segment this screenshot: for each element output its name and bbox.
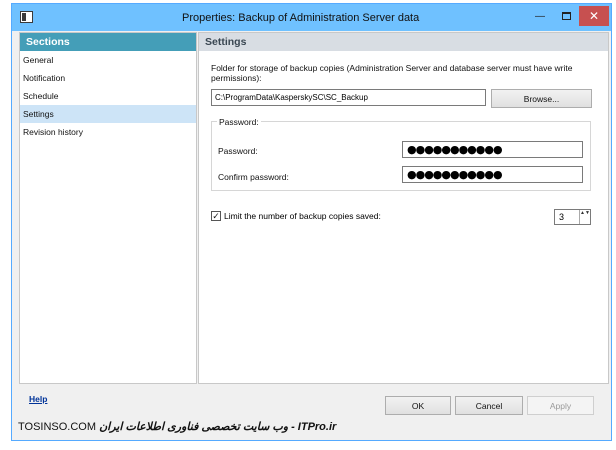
browse-button[interactable]: Browse... <box>491 89 592 108</box>
password-group-title: Password: <box>217 117 261 127</box>
maximize-button[interactable] <box>553 6 579 26</box>
settings-panel: Settings Folder for storage of backup co… <box>198 32 609 384</box>
confirm-password-label: Confirm password: <box>218 172 289 182</box>
watermark-left: TOSINSO.COM <box>18 421 97 433</box>
settings-header: Settings <box>199 33 608 51</box>
close-button[interactable]: ✕ <box>579 6 609 26</box>
ok-button[interactable]: OK <box>385 396 451 415</box>
password-group: Password: Password: ●●●●●●●●●●● Confirm … <box>211 117 591 191</box>
backup-folder-input[interactable]: C:\ProgramData\KasperskySC\SC_Backup <box>211 89 486 106</box>
confirm-password-input[interactable]: ●●●●●●●●●●● <box>402 166 583 183</box>
sidebar-item-notification[interactable]: Notification <box>20 69 196 87</box>
properties-dialog: Properties: Backup of Administration Ser… <box>11 3 612 441</box>
sidebar-item-revision-history[interactable]: Revision history <box>20 123 196 141</box>
copies-count-value: 3 <box>559 212 565 222</box>
password-label: Password: <box>218 146 258 156</box>
title-bar: Properties: Backup of Administration Ser… <box>12 4 611 31</box>
sections-sidebar: Sections General Notification Schedule S… <box>19 32 197 384</box>
limit-copies-checkbox[interactable]: ✓ <box>211 211 221 221</box>
sidebar-item-settings[interactable]: Settings <box>20 105 196 123</box>
spin-arrows-icon[interactable]: ▲▼ <box>579 210 590 224</box>
help-link[interactable]: Help <box>29 394 47 404</box>
window-title: Properties: Backup of Administration Ser… <box>182 12 420 24</box>
apply-button[interactable]: Apply <box>527 396 594 415</box>
sections-header: Sections <box>20 33 196 51</box>
limit-row: ✓ Limit the number of backup copies save… <box>211 211 381 221</box>
app-icon <box>20 11 33 23</box>
sidebar-item-general[interactable]: General <box>20 51 196 69</box>
cancel-button[interactable]: Cancel <box>455 396 523 415</box>
watermark: TOSINSO.COM وب سایت تخصصی فناوری اطلاعات… <box>18 420 336 433</box>
copies-count-stepper[interactable]: 3 ▲▼ <box>554 209 591 225</box>
limit-copies-label: Limit the number of backup copies saved: <box>224 211 381 221</box>
folder-label: Folder for storage of backup copies (Adm… <box>211 63 573 83</box>
maximize-icon <box>561 12 571 20</box>
password-input[interactable]: ●●●●●●●●●●● <box>402 141 583 158</box>
watermark-right: وب سایت تخصصی فناوری اطلاعات ایران - ITP… <box>99 421 337 433</box>
minimize-button[interactable]: — <box>527 6 553 26</box>
sidebar-item-schedule[interactable]: Schedule <box>20 87 196 105</box>
